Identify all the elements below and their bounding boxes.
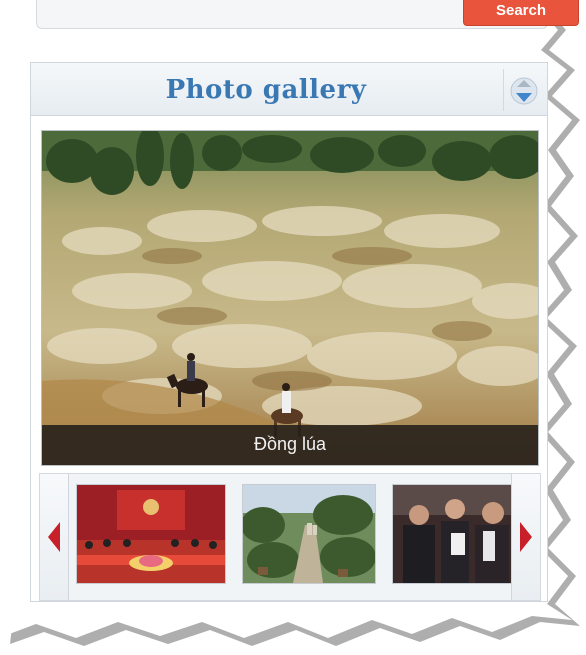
thumbnail-conference[interactable] — [76, 484, 226, 584]
officials-group-thumbnail — [393, 485, 511, 583]
thumbnail-officials[interactable] — [392, 484, 512, 584]
potted-plant-garden-thumbnail — [243, 485, 375, 583]
photo-caption: Đồng lúa — [253, 434, 327, 454]
gallery-header: Photo gallery — [31, 63, 547, 116]
thumbnail-strip — [39, 473, 541, 601]
caption-bar: Đồng lúa — [42, 425, 538, 465]
thumbnail-garden[interactable] — [242, 484, 376, 584]
main-photo[interactable]: Đồng lúa — [41, 130, 539, 466]
photo-gallery-widget: Photo gallery Đồng lúa — [30, 62, 548, 602]
prev-button[interactable] — [40, 474, 69, 600]
rice-field-photo — [42, 131, 538, 465]
chevron-toggle-icon — [510, 77, 538, 105]
conference-meeting-thumbnail — [77, 485, 225, 583]
left-arrow-icon — [48, 522, 60, 552]
search-button[interactable]: Search — [463, 0, 579, 26]
next-button[interactable] — [511, 474, 540, 600]
right-arrow-icon — [520, 522, 532, 552]
gallery-title: Photo gallery — [165, 75, 367, 105]
collapse-toggle-button[interactable] — [503, 69, 544, 111]
search-bar: Search — [36, 0, 579, 29]
